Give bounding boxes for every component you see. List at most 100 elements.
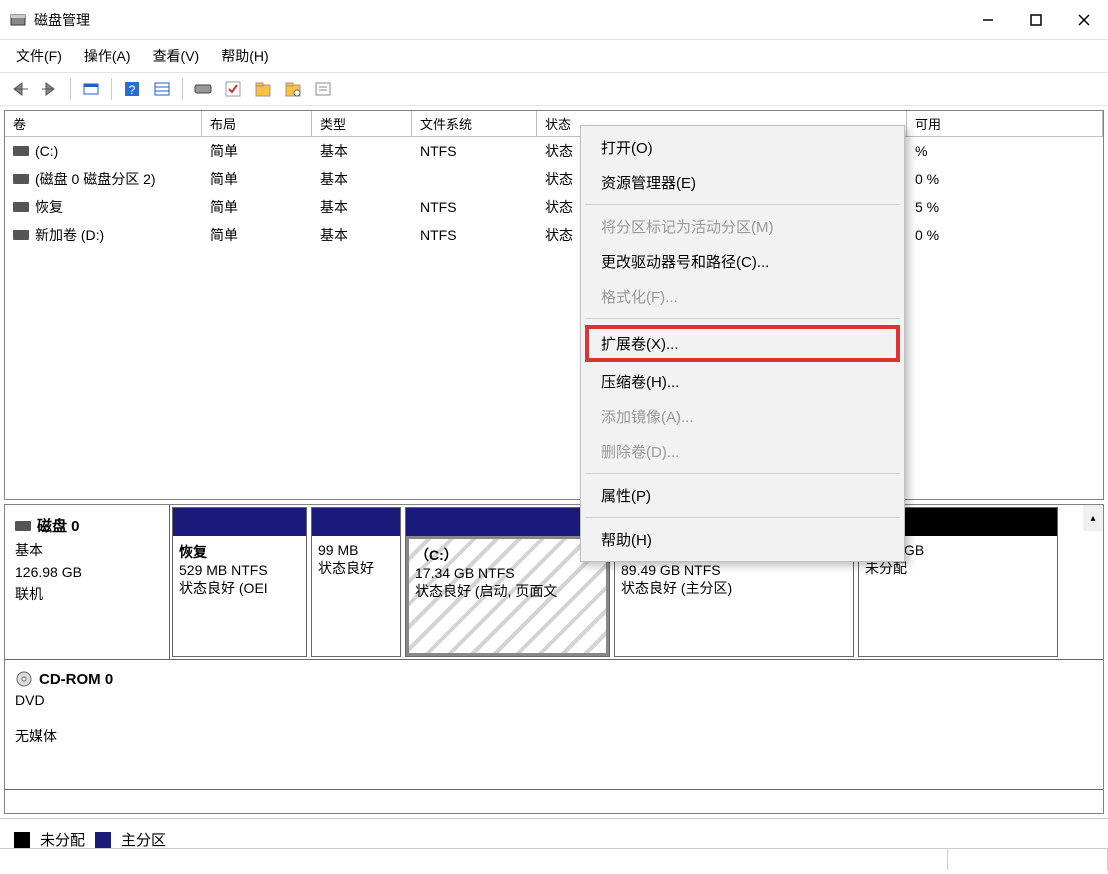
disk-0-label[interactable]: 磁盘 0 基本 126.98 GB 联机 [5,505,170,659]
legend-unalloc-label: 未分配 [40,829,85,850]
vol-name: (磁盘 0 磁盘分区 2) [5,167,202,191]
disk-0-type: 基本 [15,540,159,560]
legend-primary-color [95,832,111,848]
partition-header [173,508,306,536]
partition-size: 529 MB NTFS [179,562,300,578]
volume-rows: (C:)简单基本NTFS状态%(磁盘 0 磁盘分区 2)简单基本状态0 %恢复简… [5,137,1103,249]
maximize-button[interactable] [1012,0,1060,40]
graphical-view: ▴ 磁盘 0 基本 126.98 GB 联机 恢复529 MB NTFS状态良好… [4,504,1104,814]
volume-row[interactable]: (C:)简单基本NTFS状态% [5,137,1103,165]
menubar: 文件(F) 操作(A) 查看(V) 帮助(H) [0,40,1108,72]
cdrom-label[interactable]: CD-ROM 0 DVD 无媒体 [5,660,170,789]
partition-body: 恢复529 MB NTFS状态良好 (OEI [173,536,306,656]
forward-icon [40,81,60,97]
partition-body: 99 MB状态良好 [312,536,400,656]
volume-list-header: 卷 布局 类型 文件系统 状态 可用 [5,111,1103,137]
drive-icon [13,146,29,156]
action3-button[interactable] [281,77,305,101]
check-icon [224,80,242,98]
col-avail[interactable]: 可用 [907,111,1103,136]
cdrom-icon [15,670,33,688]
drive-icon [13,174,29,184]
list-icon [153,80,171,98]
vol-avail: % [907,141,1103,161]
cm-separator [585,318,900,319]
cdrom-row: CD-ROM 0 DVD 无媒体 [5,660,1103,790]
cm-mark-active: 将分区标记为活动分区(M) [583,209,902,244]
minimize-icon [982,14,994,26]
cm-help[interactable]: 帮助(H) [583,522,902,557]
cm-open[interactable]: 打开(O) [583,130,902,165]
menu-help[interactable]: 帮助(H) [213,42,276,70]
action1-button[interactable] [221,77,245,101]
cm-properties[interactable]: 属性(P) [583,478,902,513]
settings-button[interactable] [150,77,174,101]
window-title: 磁盘管理 [34,10,90,30]
menu-view[interactable]: 查看(V) [145,42,208,70]
context-menu: 打开(O) 资源管理器(E) 将分区标记为活动分区(M) 更改驱动器号和路径(C… [580,125,905,562]
partition[interactable]: 99 MB状态良好 [311,507,401,657]
partition[interactable]: 恢复529 MB NTFS状态良好 (OEI [172,507,307,657]
close-button[interactable] [1060,0,1108,40]
menu-action[interactable]: 操作(A) [76,42,139,70]
props-icon [314,80,332,98]
help-icon: ? [123,80,141,98]
drive-icon [13,230,29,240]
menu-file[interactable]: 文件(F) [8,42,70,70]
disk-0-row: 磁盘 0 基本 126.98 GB 联机 恢复529 MB NTFS状态良好 (… [5,505,1103,660]
disk-button[interactable] [191,77,215,101]
back-icon [10,81,30,97]
app-icon [10,12,26,28]
vol-name: 新加卷 (D:) [5,223,202,247]
partition-body: （C:）17.34 GB NTFS状态良好 (启动, 页面文 [406,536,609,656]
partition-status: 状态良好 (OEI [179,578,300,598]
cm-shrink[interactable]: 压缩卷(H)... [583,364,902,399]
cm-delete: 删除卷(D)... [583,434,902,469]
window-controls [964,0,1108,40]
action4-button[interactable] [311,77,335,101]
vol-layout: 简单 [202,195,312,219]
volume-list: 卷 布局 类型 文件系统 状态 可用 (C:)简单基本NTFS状态%(磁盘 0 … [4,110,1104,500]
partition-name: 恢复 [179,542,300,562]
toolbar-separator [70,78,71,100]
minimize-button[interactable] [964,0,1012,40]
partition-size: 17.34 GB NTFS [415,565,600,581]
cm-change-letter[interactable]: 更改驱动器号和路径(C)... [583,244,902,279]
disk-0-size: 126.98 GB [15,564,159,580]
col-type[interactable]: 类型 [312,111,412,136]
action2-button[interactable] [251,77,275,101]
folder2-icon [284,80,302,98]
cm-explorer[interactable]: 资源管理器(E) [583,165,902,200]
vol-type: 基本 [312,167,412,191]
partition-status: 状态良好 [318,558,394,578]
drive-icon [13,202,29,212]
disk-0-status: 联机 [15,584,159,604]
volume-row[interactable]: 新加卷 (D:)简单基本NTFS状态0 % [5,221,1103,249]
disk-icon [193,82,213,96]
col-layout[interactable]: 布局 [202,111,312,136]
toolbar-separator [111,78,112,100]
help-button[interactable]: ? [120,77,144,101]
titlebar: 磁盘管理 [0,0,1108,40]
back-button[interactable] [8,77,32,101]
close-icon [1077,13,1091,27]
toolbar: ? [0,72,1108,106]
vol-layout: 简单 [202,223,312,247]
cm-separator [585,204,900,205]
partition-status: 状态良好 (启动, 页面文 [415,581,600,601]
folder1-icon [254,80,272,98]
col-volume[interactable]: 卷 [5,111,202,136]
partition-size: 89.49 GB NTFS [621,562,847,578]
forward-button[interactable] [38,77,62,101]
vol-type: 基本 [312,223,412,247]
partition-header [406,508,609,536]
col-fs[interactable]: 文件系统 [412,111,537,136]
vol-name: 恢复 [5,195,202,219]
vol-layout: 简单 [202,167,312,191]
refresh-button[interactable] [79,77,103,101]
volume-row[interactable]: 恢复简单基本NTFS状态5 % [5,193,1103,221]
disk-0-name: 磁盘 0 [15,515,159,536]
volume-row[interactable]: (磁盘 0 磁盘分区 2)简单基本状态0 % [5,165,1103,193]
cm-extend[interactable]: 扩展卷(X)... [583,323,902,364]
vol-avail: 5 % [907,197,1103,217]
